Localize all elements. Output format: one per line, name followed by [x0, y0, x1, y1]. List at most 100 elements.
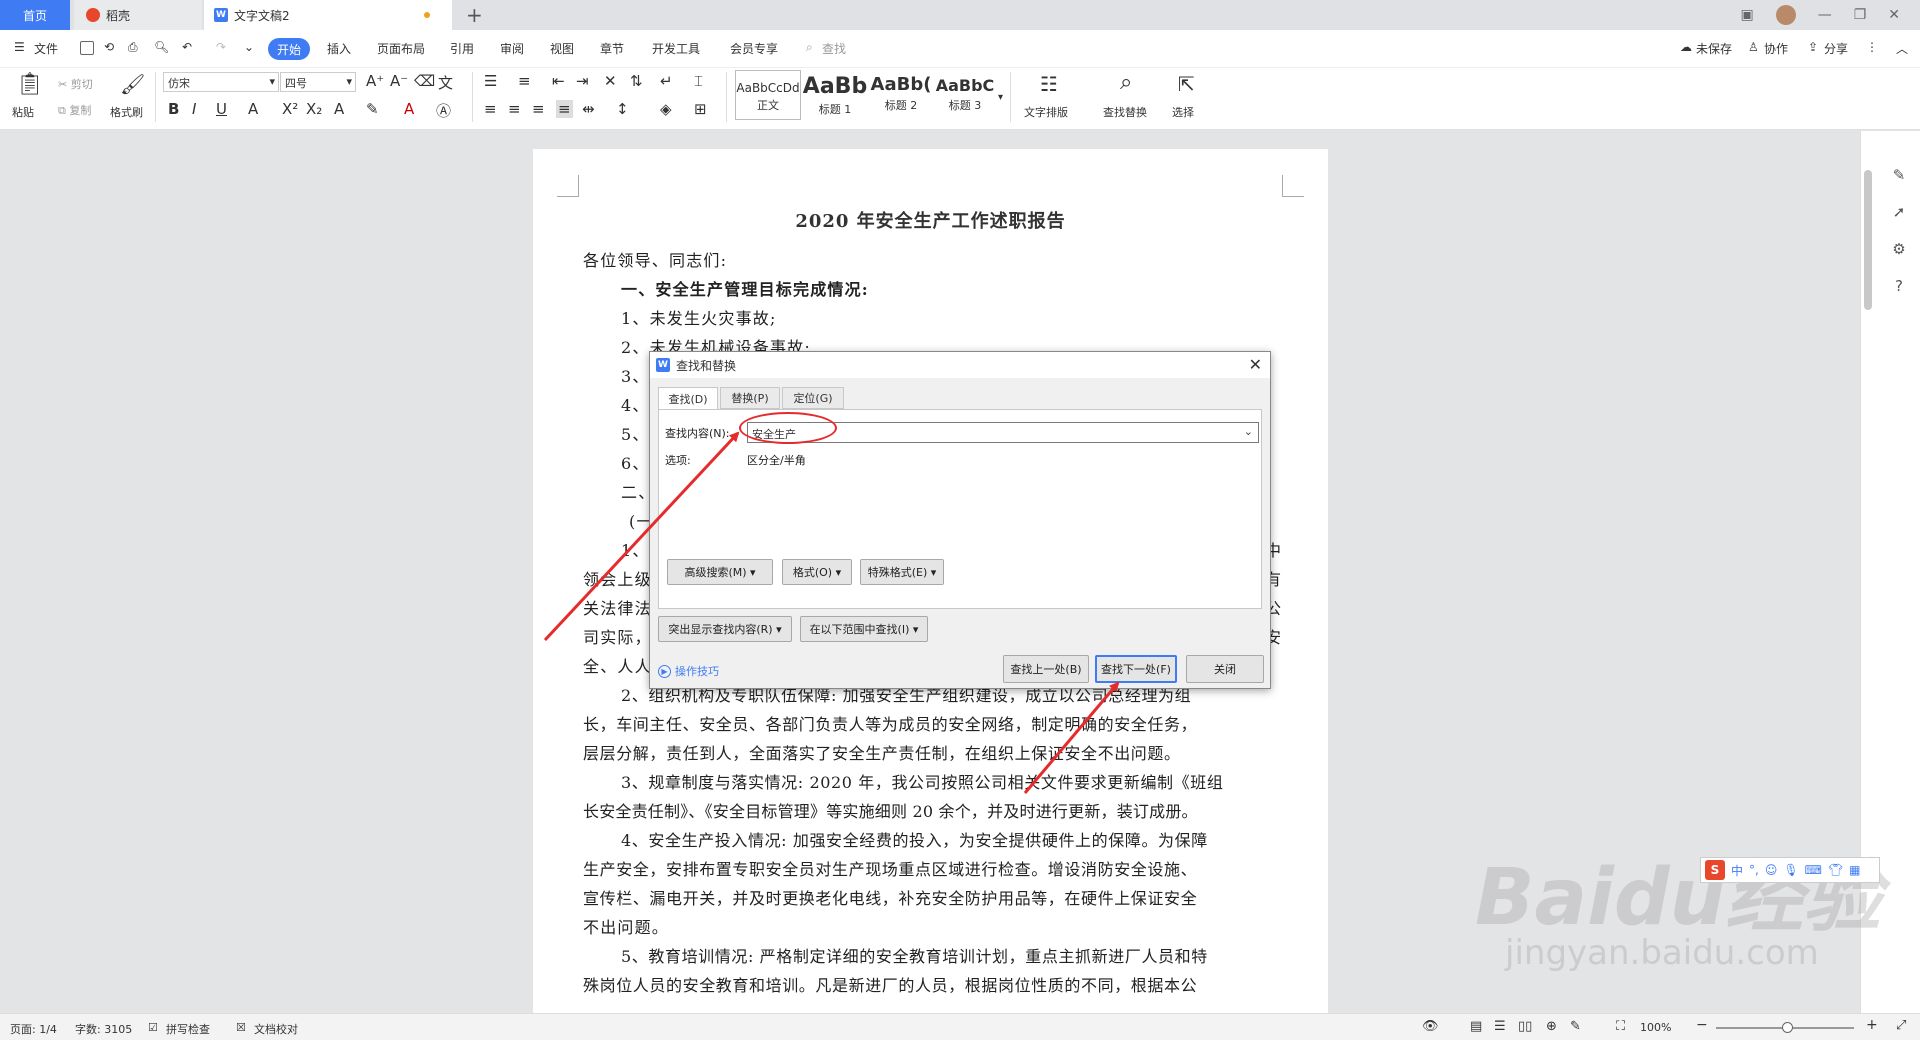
- style-heading1[interactable]: AaBb 标题 1: [802, 70, 868, 120]
- tab-wps[interactable]: 稻壳: [74, 0, 202, 30]
- strikethrough-icon[interactable]: A: [248, 100, 258, 118]
- paste-icon[interactable]: 📋︎: [16, 72, 44, 97]
- spell-check-button[interactable]: 拼写检查: [166, 1021, 210, 1037]
- fit-page-icon[interactable]: ⛶: [1616, 1019, 1625, 1034]
- scrollbar-thumb[interactable]: [1864, 170, 1872, 310]
- style-normal[interactable]: AaBbCcDd 正文: [735, 70, 801, 120]
- menu-member[interactable]: 会员专享: [730, 40, 778, 57]
- export-icon[interactable]: ⟲: [104, 40, 114, 54]
- pointer-icon[interactable]: ➚: [1890, 203, 1908, 221]
- format-painter-button[interactable]: 格式刷: [110, 104, 143, 120]
- subscript-icon[interactable]: X₂: [306, 100, 322, 118]
- find-replace-icon[interactable]: ⌕: [1120, 70, 1132, 95]
- web-view-icon[interactable]: ⊕: [1546, 1019, 1557, 1034]
- page-view-icon[interactable]: ▤: [1470, 1019, 1482, 1034]
- text-layout-icon[interactable]: ☷: [1040, 72, 1058, 96]
- copy-button[interactable]: ⧉ 复制: [58, 102, 91, 118]
- menu-view[interactable]: 视图: [550, 40, 574, 57]
- align-left-icon[interactable]: ≡: [484, 100, 497, 118]
- fullscreen-icon[interactable]: ⤢: [1896, 1018, 1906, 1033]
- keyboard-icon[interactable]: ⌨: [1805, 863, 1822, 877]
- select-button[interactable]: 选择: [1172, 104, 1194, 120]
- find-next-button[interactable]: 查找下一处(F): [1095, 655, 1177, 683]
- char-border-icon[interactable]: Ⓐ: [436, 100, 451, 121]
- zoom-out-icon[interactable]: −: [1696, 1017, 1708, 1033]
- menu-search[interactable]: 查找: [822, 40, 846, 57]
- collapse-ribbon-icon[interactable]: ︿: [1896, 40, 1908, 57]
- highlight-results-button[interactable]: 突出显示查找内容(R) ▾: [658, 616, 792, 642]
- increase-indent-icon[interactable]: ⇥: [576, 72, 589, 90]
- special-format-button[interactable]: 特殊格式(E) ▾: [860, 559, 944, 585]
- find-replace-button[interactable]: 查找替换: [1103, 104, 1147, 120]
- proofread-button[interactable]: 文档校对: [254, 1021, 298, 1037]
- close-button[interactable]: 关闭: [1186, 655, 1264, 683]
- format-button[interactable]: 格式(O) ▾: [782, 559, 852, 585]
- settings-sliders-icon[interactable]: ⚙: [1890, 240, 1908, 258]
- restore-icon[interactable]: ❐: [1854, 7, 1867, 23]
- ime-toolbar[interactable]: S 中 °, ☺ 🎙︎ ⌨ 👕︎ ▦: [1700, 857, 1880, 883]
- font-color-icon[interactable]: A: [404, 100, 414, 118]
- toolbox-icon[interactable]: ▦: [1849, 863, 1860, 877]
- highlight-icon[interactable]: ✎: [366, 100, 379, 118]
- style-heading2[interactable]: AaBb( 标题 2: [868, 70, 934, 120]
- menu-chapter[interactable]: 章节: [600, 40, 624, 57]
- tab-stops-icon[interactable]: ⌶: [694, 72, 703, 90]
- paste-button[interactable]: 粘贴: [12, 104, 34, 120]
- search-icon[interactable]: ⌕: [806, 40, 813, 55]
- menu-page-layout[interactable]: 页面布局: [377, 40, 425, 57]
- advanced-search-button[interactable]: 高级搜索(M) ▾: [667, 559, 773, 585]
- word-count[interactable]: 字数: 3105: [75, 1021, 132, 1037]
- text-layout-button[interactable]: 文字排版: [1024, 104, 1068, 120]
- clear-format-icon[interactable]: ⌫: [414, 72, 435, 90]
- edit-pen-icon[interactable]: ✎: [1890, 166, 1908, 184]
- print-icon[interactable]: ⎙: [128, 40, 138, 55]
- zoom-level[interactable]: 100%: [1640, 1021, 1671, 1034]
- format-painter-icon[interactable]: 🖌︎: [120, 72, 145, 96]
- align-center-icon[interactable]: ≡: [508, 100, 521, 118]
- find-in-range-button[interactable]: 在以下范围中查找(I) ▾: [800, 616, 928, 642]
- share-button[interactable]: 分享: [1824, 40, 1848, 57]
- menu-file[interactable]: 文件: [34, 40, 58, 57]
- save-icon[interactable]: [80, 41, 94, 55]
- underline-icon[interactable]: U: [216, 100, 227, 118]
- show-marks-icon[interactable]: ↵: [660, 72, 673, 90]
- styles-more-icon[interactable]: ▾: [998, 92, 1003, 103]
- text-effect-icon[interactable]: A: [334, 100, 344, 118]
- grow-font-icon[interactable]: A⁺: [366, 72, 384, 90]
- menu-developer[interactable]: 开发工具: [652, 40, 700, 57]
- numbering-icon[interactable]: ≡: [518, 72, 531, 90]
- menu-insert[interactable]: 插入: [327, 40, 351, 57]
- align-right-icon[interactable]: ≡: [532, 100, 545, 118]
- minimize-icon[interactable]: —: [1818, 7, 1832, 23]
- style-heading3[interactable]: AaBbC 标题 3: [932, 70, 998, 120]
- tab-home[interactable]: 首页: [0, 0, 70, 30]
- new-tab-icon[interactable]: +: [466, 3, 483, 27]
- decrease-indent-icon[interactable]: ⇤: [552, 72, 565, 90]
- ime-lang[interactable]: 中: [1731, 862, 1743, 879]
- bullets-icon[interactable]: ☰: [484, 72, 497, 90]
- skin-icon[interactable]: 👕︎: [1828, 863, 1843, 877]
- tab-find[interactable]: 查找(D): [658, 387, 718, 410]
- close-window-icon[interactable]: ✕: [1888, 7, 1900, 23]
- justify-icon[interactable]: ≡: [556, 100, 573, 118]
- bold-icon[interactable]: B: [168, 100, 179, 118]
- help-icon[interactable]: ?: [1890, 277, 1908, 295]
- close-icon[interactable]: ✕: [1249, 355, 1262, 374]
- italic-icon[interactable]: I: [192, 100, 196, 118]
- borders-icon[interactable]: ⊞: [694, 100, 707, 118]
- menu-icon[interactable]: ☰: [14, 40, 25, 54]
- emoji-icon[interactable]: ☺: [1765, 863, 1778, 877]
- superscript-icon[interactable]: X²: [282, 100, 298, 118]
- tab-document[interactable]: W 文字文稿2: [204, 0, 452, 30]
- page-count[interactable]: 页面: 1/4: [10, 1021, 57, 1037]
- outline-view-icon[interactable]: ☰: [1494, 1019, 1506, 1034]
- preview-icon[interactable]: 🔍︎: [154, 40, 169, 54]
- punctuation-icon[interactable]: °,: [1749, 863, 1759, 877]
- quick-access-more-icon[interactable]: ⌄: [244, 40, 254, 54]
- more-menu-icon[interactable]: ⋮: [1866, 40, 1878, 54]
- chevron-down-icon[interactable]: ⌄: [1244, 425, 1253, 438]
- menu-references[interactable]: 引用: [450, 40, 474, 57]
- tab-list-icon[interactable]: ▣: [1740, 7, 1753, 23]
- sort-icon[interactable]: ⇅: [630, 72, 643, 90]
- chinese-layout-icon[interactable]: ✕: [604, 72, 617, 90]
